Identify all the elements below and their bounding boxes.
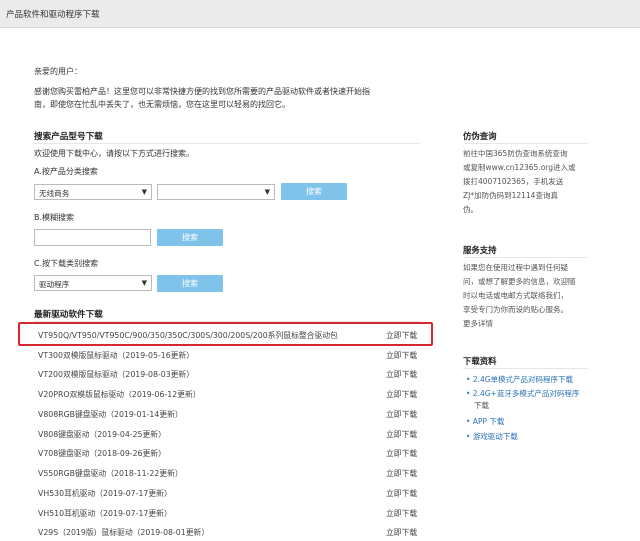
list-item[interactable]: V29S（2019版）鼠标驱动（2019-08-01更新） 立即下载 bbox=[38, 527, 423, 541]
divider bbox=[463, 368, 588, 369]
service-text: 问，或想了解更多的信息，欢迎随 bbox=[463, 277, 576, 286]
service-title: 服务支持 bbox=[463, 245, 497, 255]
divider bbox=[463, 257, 588, 258]
more-details-link[interactable]: 更多详情 bbox=[463, 317, 493, 331]
driver-name[interactable]: V29S（2019版）鼠标驱动（2019-08-01更新） bbox=[38, 528, 209, 537]
anti-fake-text: 伪。 bbox=[463, 205, 478, 214]
driver-name[interactable]: VH510耳机驱动（2019-07-17更新） bbox=[38, 509, 172, 518]
driver-name[interactable]: V20PRO双模版鼠标驱动（2019-06-12更新） bbox=[38, 390, 201, 399]
divider bbox=[463, 143, 588, 144]
anti-fake-text: 拨打4007102365，手机发送 bbox=[463, 177, 564, 186]
list-item[interactable]: VH530耳机驱动（2019-07-17更新） 立即下载 bbox=[38, 488, 423, 502]
download-resource-link[interactable]: 下载 bbox=[474, 399, 489, 413]
download-link[interactable]: 立即下载 bbox=[386, 330, 417, 341]
download-type-select[interactable]: 驱动程序 ▼ bbox=[34, 275, 152, 291]
fuzzy-search-label: B.模糊搜索 bbox=[34, 213, 75, 222]
chevron-down-icon: ▼ bbox=[141, 188, 147, 196]
search-section-title: 搜索产品型号下载 bbox=[34, 132, 103, 142]
chevron-down-icon: ▼ bbox=[264, 188, 270, 196]
download-link[interactable]: 立即下载 bbox=[386, 389, 417, 400]
list-item[interactable]: V808键盘驱动（2019-04-25更新） 立即下载 bbox=[38, 429, 423, 443]
greeting: 亲爱的用户： bbox=[34, 67, 82, 76]
driver-name[interactable]: V550RGB键盘驱动（2018-11-22更新） bbox=[38, 469, 183, 478]
download-resource-link[interactable]: 游戏驱动下载 bbox=[466, 431, 518, 442]
driver-name[interactable]: VT950Q/VT950/VT950C/900/350/350C/300S/30… bbox=[38, 331, 338, 340]
driver-name[interactable]: VH530耳机驱动（2019-07-17更新） bbox=[38, 489, 172, 498]
download-type-label: C.按下载类别搜索 bbox=[34, 259, 99, 268]
category-select[interactable]: 无线商务 ▼ bbox=[34, 184, 152, 200]
service-text: 享受专门为你而设的贴心服务。 bbox=[463, 305, 568, 314]
driver-name[interactable]: VT300双模版鼠标驱动（2019-05-16更新） bbox=[38, 351, 194, 360]
list-item[interactable]: VT300双模版鼠标驱动（2019-05-16更新） 立即下载 bbox=[38, 350, 423, 364]
subcategory-select[interactable]: ▼ bbox=[157, 184, 275, 200]
intro-line-2: 南，即使您在忙乱中丢失了，也无需烦恼，您在这里可以轻易的找回它。 bbox=[34, 100, 290, 109]
driver-name[interactable]: VT200双模版鼠标驱动（2019-08-03更新） bbox=[38, 370, 194, 379]
download-resource-link[interactable]: 2.4G单模式产品对码程序下载 bbox=[466, 374, 573, 385]
anti-fake-title: 仿伪查询 bbox=[463, 131, 497, 141]
list-item[interactable]: V708键盘驱动（2018-09-26更新） 立即下载 bbox=[38, 448, 423, 462]
fuzzy-search-button[interactable]: 搜索 bbox=[157, 229, 223, 246]
download-link[interactable]: 立即下载 bbox=[386, 468, 417, 479]
category-search-label: A.按产品分类搜索 bbox=[34, 167, 98, 176]
download-link[interactable]: 立即下载 bbox=[386, 488, 417, 499]
service-text: 时以电话或电邮方式联络我们， bbox=[463, 291, 568, 300]
download-resource-link[interactable]: 2.4G+蓝牙多模式产品对码程序 bbox=[466, 388, 580, 399]
page-title: 产品软件和驱动程序下载 bbox=[6, 10, 100, 20]
download-link[interactable]: 立即下载 bbox=[386, 369, 417, 380]
intro-line-1: 感谢您购买雷柏产品！这里您可以非常快捷方便的找到您所需要的产品驱动软件或者快速开… bbox=[34, 87, 370, 96]
driver-name[interactable]: V808RGB键盘驱动（2019-01-14更新） bbox=[38, 410, 183, 419]
list-item[interactable]: VT200双模版鼠标驱动（2019-08-03更新） 立即下载 bbox=[38, 369, 423, 383]
download-type-search-button[interactable]: 搜索 bbox=[157, 275, 223, 292]
page-header: 产品软件和驱动程序下载 bbox=[0, 0, 640, 28]
download-link[interactable]: 立即下载 bbox=[386, 409, 417, 420]
downloads-title: 下载资料 bbox=[463, 356, 497, 366]
anti-fake-link[interactable]: 前往中国365防伪查询系统查询 bbox=[463, 147, 567, 161]
divider bbox=[34, 143, 420, 144]
download-link[interactable]: 立即下载 bbox=[386, 350, 417, 361]
list-item[interactable]: V808RGB键盘驱动（2019-01-14更新） 立即下载 bbox=[38, 409, 423, 423]
category-search-button[interactable]: 搜索 bbox=[281, 183, 347, 200]
latest-downloads-title: 最新驱动软件下载 bbox=[34, 310, 103, 320]
download-link[interactable]: 立即下载 bbox=[386, 448, 417, 459]
download-link[interactable]: 立即下载 bbox=[386, 508, 417, 519]
list-item[interactable]: VH510耳机驱动（2019-07-17更新） 立即下载 bbox=[38, 508, 423, 522]
download-type-select-value: 驱动程序 bbox=[39, 280, 70, 289]
list-item[interactable]: VT950Q/VT950/VT950C/900/350/350C/300S/30… bbox=[38, 330, 423, 344]
driver-name[interactable]: V708键盘驱动（2018-09-26更新） bbox=[38, 449, 166, 458]
list-item[interactable]: V550RGB键盘驱动（2018-11-22更新） 立即下载 bbox=[38, 468, 423, 482]
service-text: 如果您在使用过程中遇到任何疑 bbox=[463, 263, 568, 272]
download-link[interactable]: 立即下载 bbox=[386, 527, 417, 538]
anti-fake-text: 或复制www.cn12365.org进入或 bbox=[463, 163, 576, 172]
category-select-value: 无线商务 bbox=[39, 189, 70, 198]
search-subtitle: 欢迎使用下载中心，请按以下方式进行搜索。 bbox=[34, 149, 194, 158]
download-resource-link[interactable]: APP 下载 bbox=[466, 416, 505, 427]
chevron-down-icon: ▼ bbox=[141, 279, 147, 287]
fuzzy-search-input[interactable] bbox=[34, 229, 151, 246]
anti-fake-text: ZJ*加防伪码到12114查询真 bbox=[463, 191, 558, 200]
download-link[interactable]: 立即下载 bbox=[386, 429, 417, 440]
list-item[interactable]: V20PRO双模版鼠标驱动（2019-06-12更新） 立即下载 bbox=[38, 389, 423, 403]
driver-name[interactable]: V808键盘驱动（2019-04-25更新） bbox=[38, 430, 166, 439]
